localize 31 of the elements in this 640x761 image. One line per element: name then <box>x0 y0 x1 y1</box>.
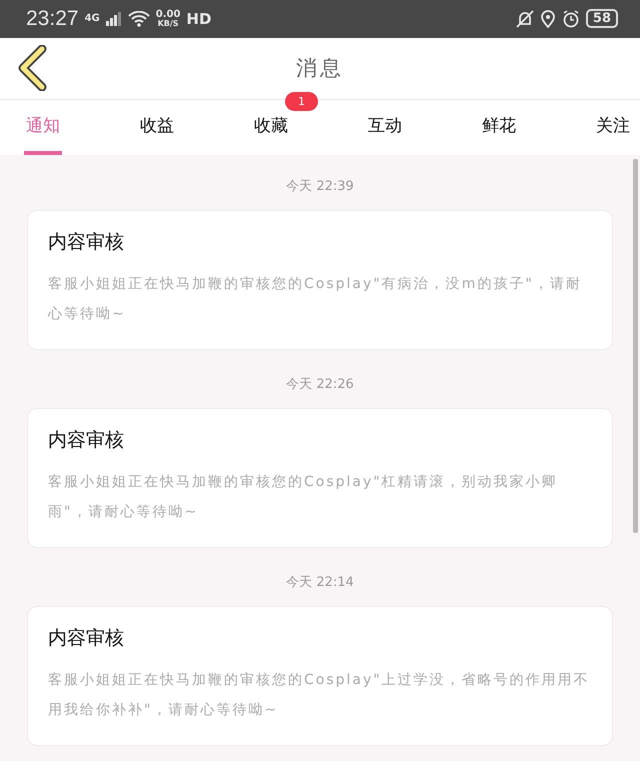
message-time: 今天 22:14 <box>285 574 355 591</box>
location-icon <box>540 10 556 28</box>
message-text: 客服小姐姐正在快马加鞭的审核您的Cosplay"杠精请滚，别动我家小卿雨"，请耐心等待呦~ <box>48 473 559 522</box>
speed-value: 0.00 <box>156 10 180 20</box>
hd-label: HD <box>186 10 212 28</box>
page-title: 消息 <box>296 55 344 82</box>
alarm-icon <box>562 10 580 28</box>
message-title: 内容审核 <box>48 428 125 453</box>
message-text: 客服小姐姐正在快马加鞭的审核您的Cosplay"上过学没，省略号的作用用不用我给你补补"，请耐心等待呦~ <box>48 671 591 720</box>
message-text: 客服小姐姐正在快马加鞭的审核您的Cosplay"有病治，没m的孩子"，请耐心等待呦~ <box>48 275 583 324</box>
message-title: 内容审核 <box>48 626 125 651</box>
signal-icon <box>106 12 122 26</box>
message-time: 今天 22:26 <box>285 376 355 393</box>
speed-unit: KB/S <box>158 20 179 28</box>
back-button[interactable] <box>18 45 48 92</box>
battery-level: 58 <box>586 9 618 28</box>
bell-muted-icon <box>516 10 534 28</box>
scrollbar[interactable] <box>633 159 638 533</box>
tab[interactable]: 关注 <box>594 100 632 155</box>
status-time: 23:27 <box>26 6 79 31</box>
tab[interactable]: 互动 <box>366 100 404 155</box>
message-card[interactable]: 内容审核 客服小姐姐正在快马加鞭的审核您的Cosplay"有病治，没m的孩子"，请耐心等待呦~ <box>27 210 613 350</box>
message-title: 内容审核 <box>48 230 125 255</box>
tab[interactable]: 鲜花 <box>480 100 518 155</box>
message-card[interactable]: 内容审核 客服小姐姐正在快马加鞭的审核您的Cosplay"杠精请滚，别动我家小卿雨"，请耐心等待呦~ <box>27 408 613 548</box>
tab[interactable]: 收益 <box>138 100 176 155</box>
message-time: 今天 22:39 <box>285 178 355 195</box>
count-badge: 1 <box>285 92 318 111</box>
message-card[interactable]: 内容审核 客服小姐姐正在快马加鞭的审核您的Cosplay"上过学没，省略号的作用用不用我给你补补"，请耐心等待呦~ <box>27 606 613 746</box>
wifi-icon <box>128 10 150 27</box>
network-label: 4G <box>84 14 100 24</box>
